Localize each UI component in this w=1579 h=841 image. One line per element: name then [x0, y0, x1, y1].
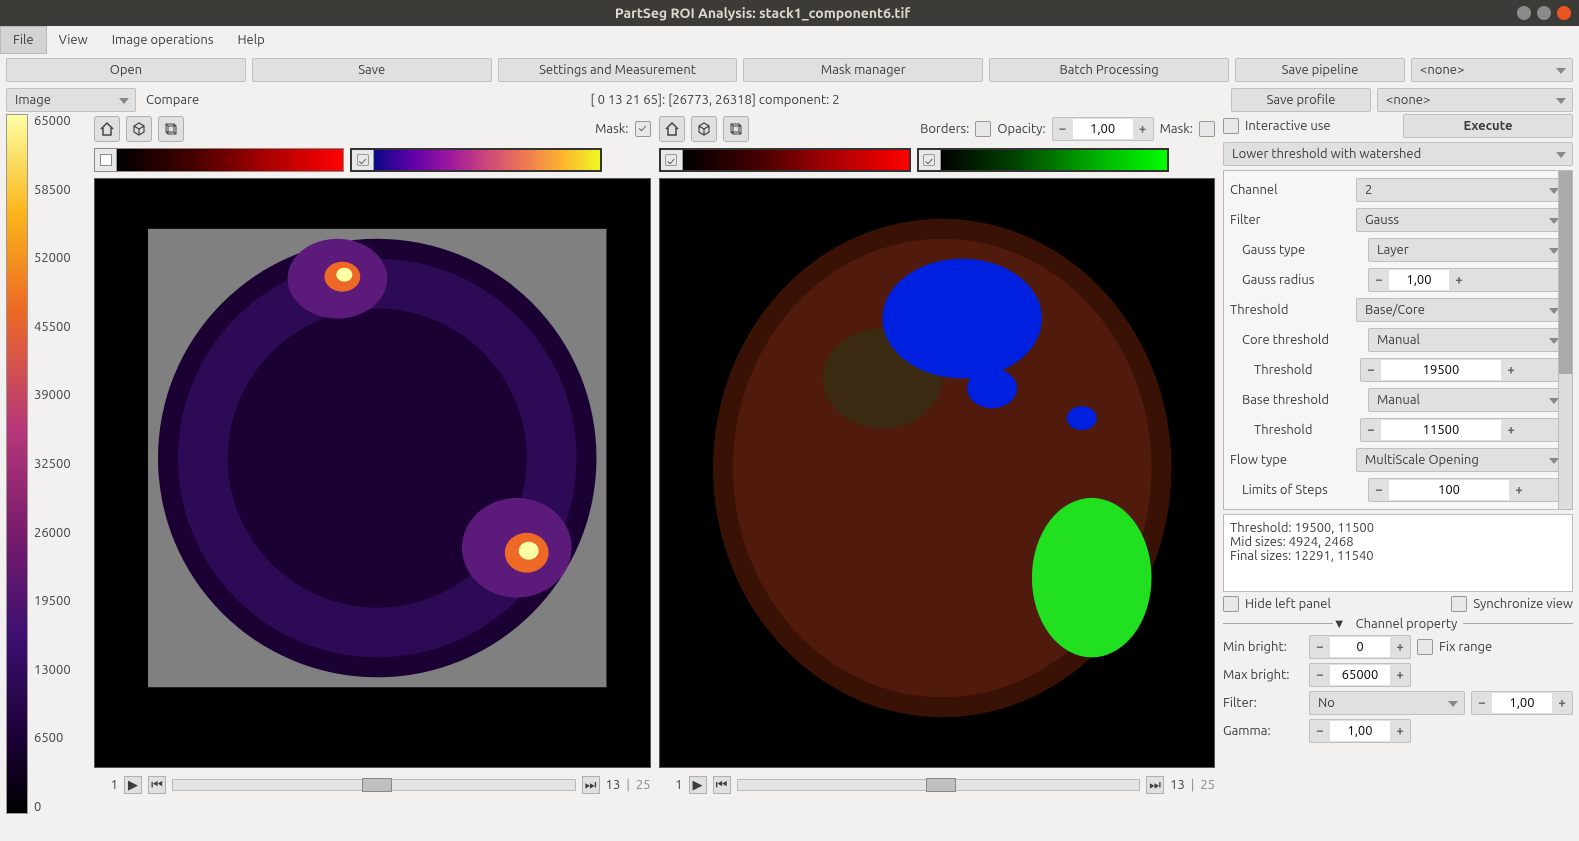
close-button[interactable] [1557, 6, 1571, 20]
minimize-button[interactable] [1517, 6, 1531, 20]
scrollbar[interactable] [1558, 171, 1572, 509]
cmap-green-right[interactable] [917, 148, 1169, 172]
result-info: Threshold: 19500, 11500 Mid sizes: 4924,… [1223, 514, 1573, 592]
status-text: [ 0 13 21 65]: [26773, 26318] component:… [205, 93, 1225, 107]
mask-checkbox[interactable] [635, 121, 651, 137]
base-threshold-select[interactable]: Manual [1368, 388, 1566, 412]
min-bright-spin[interactable]: −+ [1309, 635, 1411, 659]
gamma-spin[interactable]: −+ [1309, 719, 1411, 743]
colorbar-gradient [6, 114, 28, 814]
menu-view[interactable]: View [47, 26, 100, 54]
next-icon[interactable]: ⏭ [1146, 776, 1164, 794]
flow-type-select[interactable]: MultiScale Opening [1356, 448, 1566, 472]
menu-help[interactable]: Help [225, 26, 276, 54]
mask-checkbox[interactable] [1199, 121, 1215, 137]
prev-icon[interactable]: ⏮ [148, 776, 166, 794]
left-viewer: Mask: 1 ▶ ⏮ ⏭ [94, 114, 651, 814]
play-icon[interactable]: ▶ [124, 776, 142, 794]
cmap-plasma-left[interactable] [350, 148, 602, 172]
algorithm-select[interactable]: Lower threshold with watershed [1223, 142, 1573, 166]
cmap-red-right[interactable] [659, 148, 911, 172]
limits-spin[interactable]: −+ [1368, 478, 1566, 502]
compare-label: Compare [146, 93, 199, 107]
image-select[interactable]: Image [6, 88, 136, 112]
colorbar: 65000 58500 52000 45500 39000 32500 2600… [6, 114, 86, 814]
next-icon[interactable]: ⏭ [582, 776, 600, 794]
borders-checkbox[interactable] [975, 121, 991, 137]
fix-range-checkbox[interactable] [1417, 639, 1433, 655]
gauss-type-select[interactable]: Layer [1368, 238, 1566, 262]
cube-outline-icon[interactable] [723, 116, 749, 142]
cube-icon[interactable] [126, 116, 152, 142]
open-button[interactable]: Open [6, 58, 246, 82]
z-slider[interactable] [737, 779, 1141, 791]
right-viewer: Borders: Opacity: −+ Mask: 1 ▶ [659, 114, 1216, 814]
save-button[interactable]: Save [252, 58, 492, 82]
maximize-button[interactable] [1537, 6, 1551, 20]
core-threshold-spin[interactable]: −+ [1360, 358, 1566, 382]
param-list: Channel2 FilterGauss Gauss typeLayer Gau… [1223, 170, 1573, 510]
home-icon[interactable] [94, 116, 120, 142]
cube-outline-icon[interactable] [158, 116, 184, 142]
save-pipeline-button[interactable]: Save pipeline [1235, 58, 1405, 82]
z-slider[interactable] [172, 779, 576, 791]
titlebar: PartSeg ROI Analysis: stack1_component6.… [0, 0, 1579, 26]
max-bright-spin[interactable]: −+ [1309, 663, 1411, 687]
batch-processing-button[interactable]: Batch Processing [989, 58, 1229, 82]
cube-icon[interactable] [691, 116, 717, 142]
pipeline-select[interactable]: <none> [1411, 58, 1573, 82]
save-profile-button[interactable]: Save profile [1231, 88, 1371, 112]
prev-icon[interactable]: ⏮ [713, 776, 731, 794]
cmap-red-left[interactable] [94, 148, 344, 172]
menu-image-operations[interactable]: Image operations [100, 26, 226, 54]
channel-filter-select[interactable]: No [1309, 691, 1465, 715]
settings-button[interactable]: Settings and Measurement [498, 58, 738, 82]
filter-select[interactable]: Gauss [1356, 208, 1566, 232]
base-threshold-spin[interactable]: −+ [1360, 418, 1566, 442]
sync-view-checkbox[interactable] [1451, 596, 1467, 612]
window-title: PartSeg ROI Analysis: stack1_component6.… [8, 5, 1517, 21]
opacity-label: Opacity: [997, 122, 1045, 136]
channel-select[interactable]: 2 [1356, 178, 1566, 202]
profile-select[interactable]: <none> [1377, 88, 1573, 112]
right-paginator: 1 ▶ ⏮ ⏭ 13 | 25 [659, 772, 1216, 798]
menu-file[interactable]: File [0, 26, 47, 54]
interactive-checkbox[interactable] [1223, 118, 1239, 134]
colorbar-ticks: 65000 58500 52000 45500 39000 32500 2600… [28, 114, 71, 814]
main-toolbar: Open Save Settings and Measurement Mask … [0, 54, 1579, 86]
right-canvas[interactable] [659, 178, 1216, 768]
play-icon[interactable]: ▶ [689, 776, 707, 794]
mask-label: Mask: [1160, 122, 1193, 136]
second-row: Image Compare [ 0 13 21 65]: [26773, 263… [0, 86, 1579, 114]
borders-label: Borders: [920, 122, 969, 136]
mask-label: Mask: [595, 122, 628, 136]
mask-manager-button[interactable]: Mask manager [743, 58, 983, 82]
channel-property-separator[interactable]: ▼Channel property [1223, 616, 1573, 631]
core-threshold-select[interactable]: Manual [1368, 328, 1566, 352]
menubar: File View Image operations Help [0, 26, 1579, 54]
hide-left-checkbox[interactable] [1223, 596, 1239, 612]
left-paginator: 1 ▶ ⏮ ⏭ 13 | 25 [94, 772, 651, 798]
gauss-radius-spin[interactable]: −+ [1368, 268, 1566, 292]
interactive-label: Interactive use [1245, 119, 1397, 133]
left-canvas[interactable] [94, 178, 651, 768]
channel-filter-spin[interactable]: −+ [1471, 691, 1573, 715]
side-panel: Interactive use Execute Lower threshold … [1223, 114, 1573, 814]
opacity-spin[interactable]: −+ [1052, 117, 1154, 141]
execute-button[interactable]: Execute [1403, 114, 1573, 138]
threshold-type-select[interactable]: Base/Core [1356, 298, 1566, 322]
home-icon[interactable] [659, 116, 685, 142]
